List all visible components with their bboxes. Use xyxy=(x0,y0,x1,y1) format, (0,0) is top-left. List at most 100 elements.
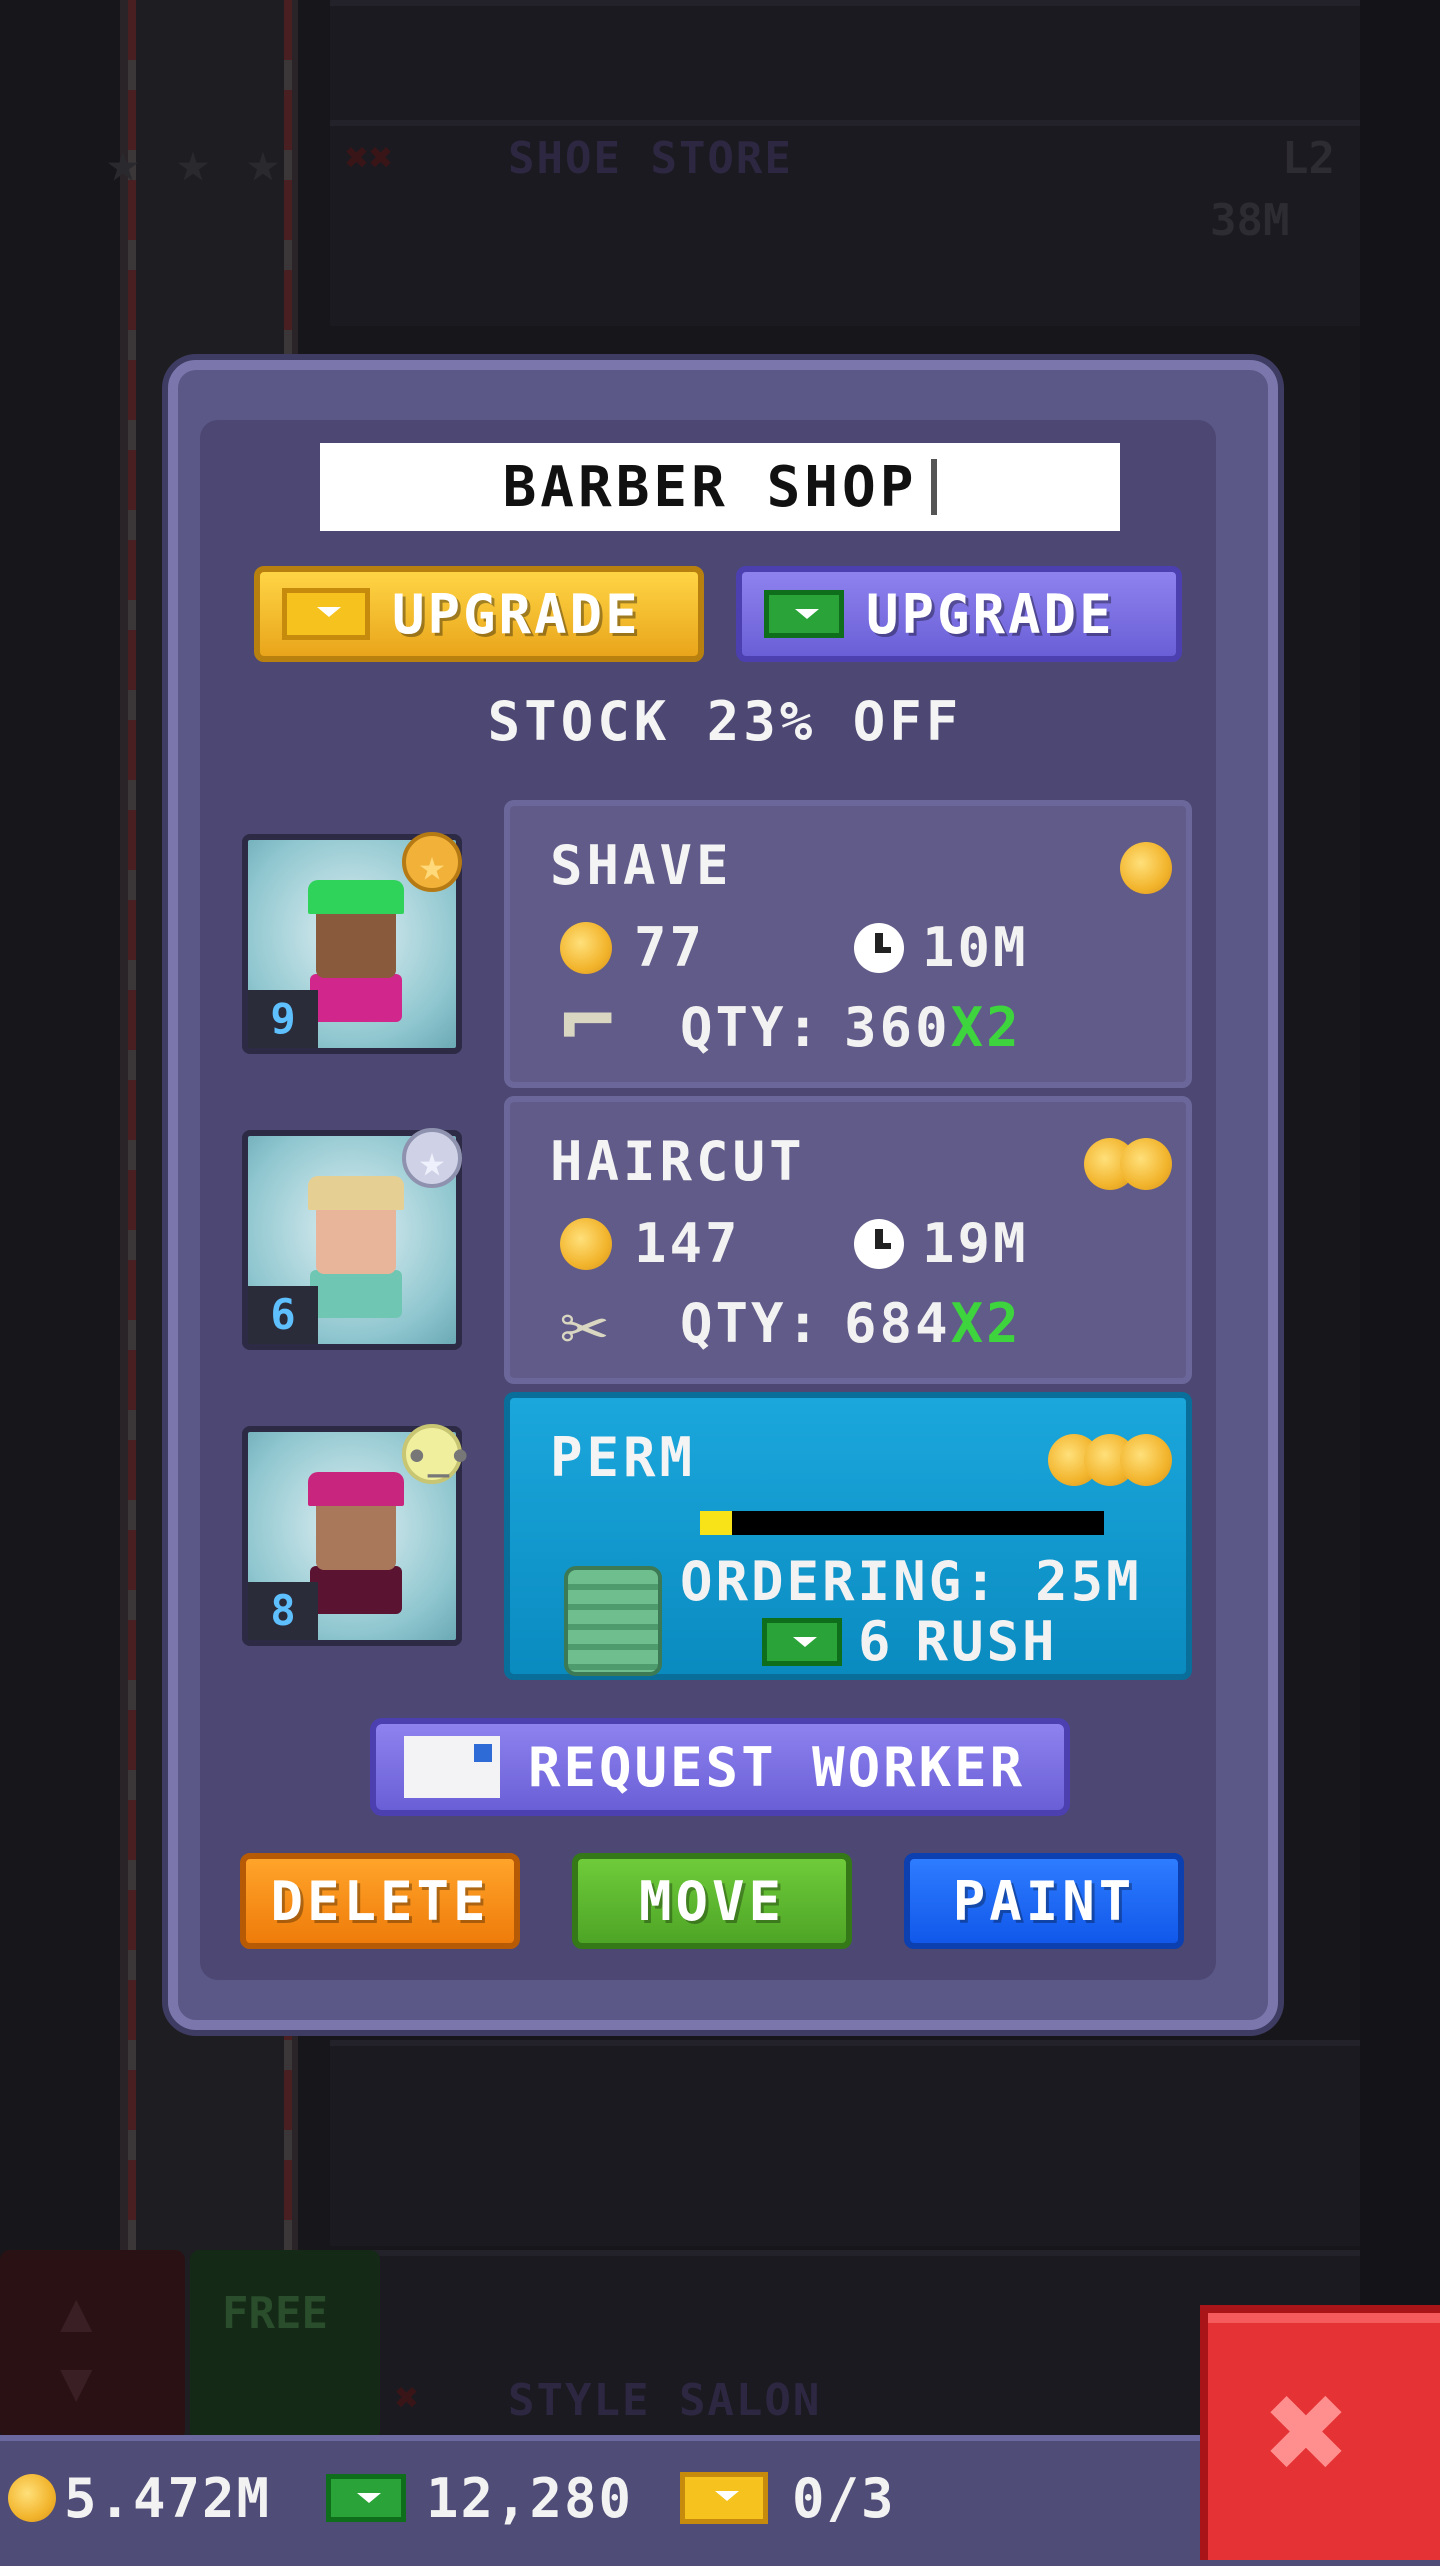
floor-shoe-store[interactable] xyxy=(330,120,1360,326)
star-icon: ★ xyxy=(176,130,210,195)
worker-slot-3[interactable]: 8 •_• xyxy=(242,1424,471,1646)
coins-counter: 5.472M xyxy=(8,2467,271,2530)
free-label: FREE xyxy=(222,2288,328,2339)
rush-cost: 6 xyxy=(858,1610,894,1673)
paint-button[interactable]: PAINT xyxy=(904,1853,1184,1949)
sold-out-x-icon: ✖✖ xyxy=(345,135,394,181)
floor-value-shoe-store: 38M xyxy=(1210,195,1290,246)
bux-icon xyxy=(764,590,844,638)
product-time-row: 19M xyxy=(854,1212,1029,1275)
upgrade-with-tickets-button[interactable]: UPGRADE xyxy=(254,566,704,662)
worker-slot-2[interactable]: 6 ★ xyxy=(242,1128,462,1350)
coin-icon xyxy=(560,921,612,974)
ticket-icon xyxy=(282,588,370,640)
sold-out-x-icon: ✖ xyxy=(395,2375,420,2421)
coin-icon xyxy=(1120,842,1172,894)
clock-icon xyxy=(854,922,904,973)
product-tier xyxy=(1120,842,1172,894)
product-time: 19M xyxy=(922,1212,1029,1275)
worker-hair xyxy=(308,1176,404,1210)
rush-label: RUSH xyxy=(915,1610,1058,1673)
ordering-progress-track xyxy=(700,1511,1104,1535)
ordering-status: ORDERING: 25M xyxy=(680,1550,1142,1613)
delete-button[interactable]: DELETE xyxy=(240,1853,520,1949)
free-bux-button[interactable]: FREE xyxy=(190,2250,380,2440)
floor-name-shoe-store: SHOE STORE xyxy=(508,133,793,184)
coins-value: 5.472M xyxy=(64,2466,272,2530)
product-tier xyxy=(1048,1434,1172,1486)
arrow-down-icon: ▼ xyxy=(60,2350,93,2413)
product-time: 10M xyxy=(922,916,1029,979)
worker-hair xyxy=(308,880,404,914)
worker-body xyxy=(310,1566,402,1614)
upgrade-label: UPGRADE xyxy=(392,582,641,646)
qty-multiplier: X2 xyxy=(950,996,1022,1059)
worker-skill-level: 8 xyxy=(248,1582,318,1640)
qty-label: QTY: xyxy=(680,1292,823,1355)
upgrade-label: UPGRADE xyxy=(866,582,1115,646)
product-name: HAIRCUT xyxy=(550,1130,806,1193)
envelope-icon xyxy=(404,1736,500,1798)
request-worker-button[interactable]: REQUEST WORKER xyxy=(370,1718,1070,1816)
product-price-row: 147 xyxy=(560,1212,741,1275)
floor-lower xyxy=(330,2040,1360,2246)
coin-icon xyxy=(560,1217,612,1270)
rush-button[interactable]: 6 RUSH xyxy=(762,1610,1058,1673)
worker-skill-level: 6 xyxy=(248,1286,318,1344)
star-icon: ★ xyxy=(106,130,140,195)
razor-icon: ⌐ xyxy=(560,968,616,1075)
star-icon: ★ xyxy=(246,130,280,195)
ticket-icon xyxy=(680,2472,768,2524)
close-button[interactable]: ✖ xyxy=(1200,2305,1440,2560)
gold-star-icon: ★ xyxy=(402,832,462,892)
cash-stack-icon xyxy=(564,1566,662,1676)
product-time-row: 10M xyxy=(854,916,1029,979)
product-tier xyxy=(1084,1138,1172,1190)
qty-value: 684 xyxy=(844,1292,951,1355)
close-icon: ✖ xyxy=(1266,2351,1351,2514)
product-name: SHAVE xyxy=(550,834,733,897)
neutral-face-icon: •_• xyxy=(402,1424,471,1484)
move-button[interactable]: MOVE xyxy=(572,1853,852,1949)
qty-label: QTY: xyxy=(680,996,823,1059)
stock-discount: STOCK 23% OFF xyxy=(487,690,963,753)
arrow-up-icon: ▲ xyxy=(60,2280,93,2343)
worker-body xyxy=(310,974,402,1022)
worker-skill-level: 9 xyxy=(248,990,318,1048)
floor-name-text: BARBER SHOP xyxy=(502,454,918,520)
worker-slot-1[interactable]: 9 ★ xyxy=(242,832,462,1054)
silver-star-icon: ★ xyxy=(402,1128,462,1188)
clock-icon xyxy=(854,1218,904,1269)
upgrade-with-bux-button[interactable]: UPGRADE xyxy=(736,566,1182,662)
ordering-progress-fill xyxy=(700,1511,732,1535)
tickets-value: 0/3 xyxy=(792,2466,896,2530)
request-worker-label: REQUEST WORKER xyxy=(528,1735,1026,1799)
coin-icon xyxy=(1120,1434,1172,1486)
product-qty-row: QTY: 684 X2 xyxy=(680,1292,1022,1355)
coin-icon xyxy=(8,2474,56,2522)
ordering-text: ORDERING: 25M xyxy=(680,1550,1142,1613)
bux-counter: 12,280 xyxy=(326,2467,633,2530)
product-price: 147 xyxy=(634,1212,741,1275)
qty-multiplier: X2 xyxy=(950,1292,1022,1355)
qty-value: 360 xyxy=(844,996,951,1059)
floor-level-shoe-store: L2 xyxy=(1282,133,1335,184)
tower-edge xyxy=(1360,0,1440,2440)
product-qty-row: QTY: 360 X2 xyxy=(680,996,1022,1059)
worker-hair xyxy=(308,1472,404,1506)
bux-icon xyxy=(326,2474,406,2522)
product-haircut[interactable]: HAIRCUT 147 19M ✂ QTY: 684 X2 xyxy=(504,1096,1192,1384)
product-name: PERM xyxy=(550,1426,697,1489)
product-price: 77 xyxy=(634,916,706,979)
worker-body xyxy=(310,1270,402,1318)
scissors-icon: ✂ xyxy=(560,1281,609,1374)
floor-name-input[interactable]: BARBER SHOP xyxy=(320,443,1120,531)
tickets-counter: 0/3 xyxy=(680,2467,896,2530)
coin-icon xyxy=(1120,1138,1172,1190)
elevator-up-down-button[interactable]: ▲ ▼ xyxy=(0,2250,185,2440)
bux-value: 12,280 xyxy=(426,2466,634,2530)
text-caret xyxy=(931,459,938,515)
bux-icon xyxy=(762,1617,842,1666)
product-perm[interactable]: PERM ORDERING: 25M 6 RUSH xyxy=(504,1392,1192,1680)
product-shave[interactable]: SHAVE 77 10M ⌐ QTY: 360 X2 xyxy=(504,800,1192,1088)
